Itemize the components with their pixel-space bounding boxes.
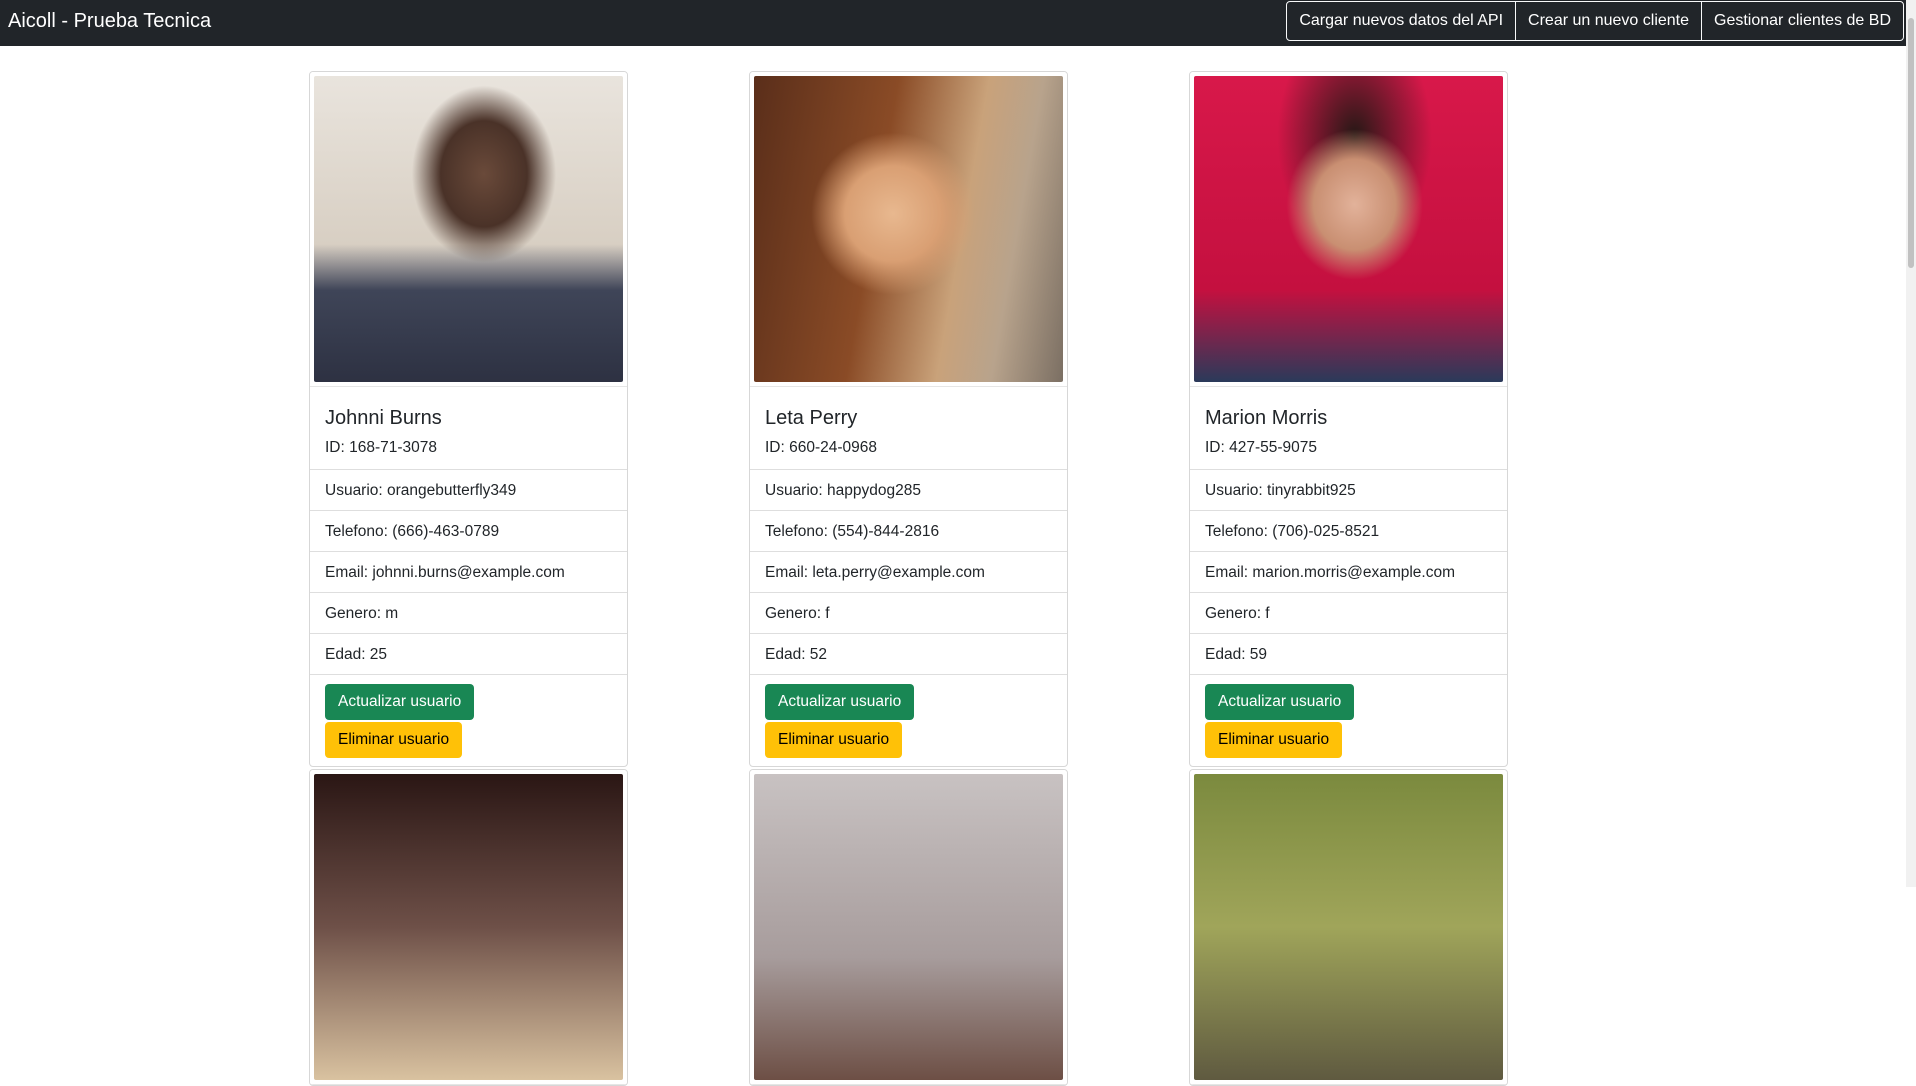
- load-api-data-button[interactable]: Cargar nuevos datos del API: [1287, 2, 1515, 40]
- client-card: Johnni Burns ID: 168-71-3078 Usuario: or…: [309, 71, 628, 767]
- client-username: Usuario: tinyrabbit925: [1190, 469, 1507, 510]
- client-id: ID: 168-71-3078: [325, 439, 438, 456]
- delete-user-button[interactable]: Eliminar usuario: [325, 722, 463, 758]
- top-navbar: Aicoll - Prueba Tecnica Cargar nuevos da…: [0, 0, 1916, 46]
- client-age: Edad: 59: [1190, 633, 1507, 674]
- card-actions: Actualizar usuario Eliminar usuario: [1190, 674, 1507, 766]
- client-card: Marion Morris ID: 427-55-9075 Usuario: t…: [1189, 71, 1508, 767]
- client-gender: Genero: m: [310, 592, 627, 633]
- client-photo-frame: [750, 72, 1067, 387]
- client-photo: [1194, 774, 1503, 1080]
- client-photo: [754, 774, 1063, 1080]
- brand-title[interactable]: Aicoll - Prueba Tecnica: [8, 0, 211, 46]
- client-card: [1189, 769, 1508, 1086]
- client-photo: [1194, 76, 1503, 382]
- manage-db-clients-button[interactable]: Gestionar clientes de BD: [1701, 2, 1903, 40]
- card-body: Marion Morris ID: 427-55-9075: [1190, 387, 1507, 469]
- client-phone: Telefono: (666)-463-0789: [310, 510, 627, 551]
- client-email: Email: johnni.burns@example.com: [310, 551, 627, 592]
- nav-button-group: Cargar nuevos datos del API Crear un nue…: [1286, 1, 1904, 41]
- page-scrollbar[interactable]: [1906, 0, 1916, 887]
- client-phone: Telefono: (706)-025-8521: [1190, 510, 1507, 551]
- delete-user-button[interactable]: Eliminar usuario: [1205, 722, 1343, 758]
- client-photo: [314, 76, 623, 382]
- client-name: Leta Perry: [765, 407, 858, 429]
- client-photo: [314, 774, 623, 1080]
- client-username: Usuario: orangebutterfly349: [310, 469, 627, 510]
- client-name: Johnni Burns: [325, 407, 442, 429]
- client-photo-frame: [310, 770, 627, 1085]
- client-id: ID: 660-24-0968: [765, 439, 878, 456]
- card-actions: Actualizar usuario Eliminar usuario: [750, 674, 1067, 766]
- scrollbar-thumb[interactable]: [1908, 18, 1914, 268]
- client-phone: Telefono: (554)-844-2816: [750, 510, 1067, 551]
- client-gender: Genero: f: [750, 592, 1067, 633]
- client-id: ID: 427-55-9075: [1205, 439, 1318, 456]
- client-card: [309, 769, 628, 1086]
- create-client-button[interactable]: Crear un nuevo cliente: [1515, 2, 1701, 40]
- update-user-button[interactable]: Actualizar usuario: [1205, 684, 1355, 720]
- client-username: Usuario: happydog285: [750, 469, 1067, 510]
- client-photo-frame: [1190, 770, 1507, 1085]
- client-age: Edad: 52: [750, 633, 1067, 674]
- client-email: Email: marion.morris@example.com: [1190, 551, 1507, 592]
- client-age: Edad: 25: [310, 633, 627, 674]
- client-name: Marion Morris: [1205, 407, 1328, 429]
- client-photo-frame: [750, 770, 1067, 1085]
- client-card: [749, 769, 1068, 1086]
- client-card: Leta Perry ID: 660-24-0968 Usuario: happ…: [749, 71, 1068, 767]
- card-body: Johnni Burns ID: 168-71-3078: [310, 387, 627, 469]
- client-photo: [754, 76, 1063, 382]
- client-cards-grid: Johnni Burns ID: 168-71-3078 Usuario: or…: [309, 71, 1509, 1086]
- update-user-button[interactable]: Actualizar usuario: [325, 684, 475, 720]
- card-body: Leta Perry ID: 660-24-0968: [750, 387, 1067, 469]
- client-photo-frame: [1190, 72, 1507, 387]
- update-user-button[interactable]: Actualizar usuario: [765, 684, 915, 720]
- client-gender: Genero: f: [1190, 592, 1507, 633]
- card-actions: Actualizar usuario Eliminar usuario: [310, 674, 627, 766]
- delete-user-button[interactable]: Eliminar usuario: [765, 722, 903, 758]
- client-photo-frame: [310, 72, 627, 387]
- client-email: Email: leta.perry@example.com: [750, 551, 1067, 592]
